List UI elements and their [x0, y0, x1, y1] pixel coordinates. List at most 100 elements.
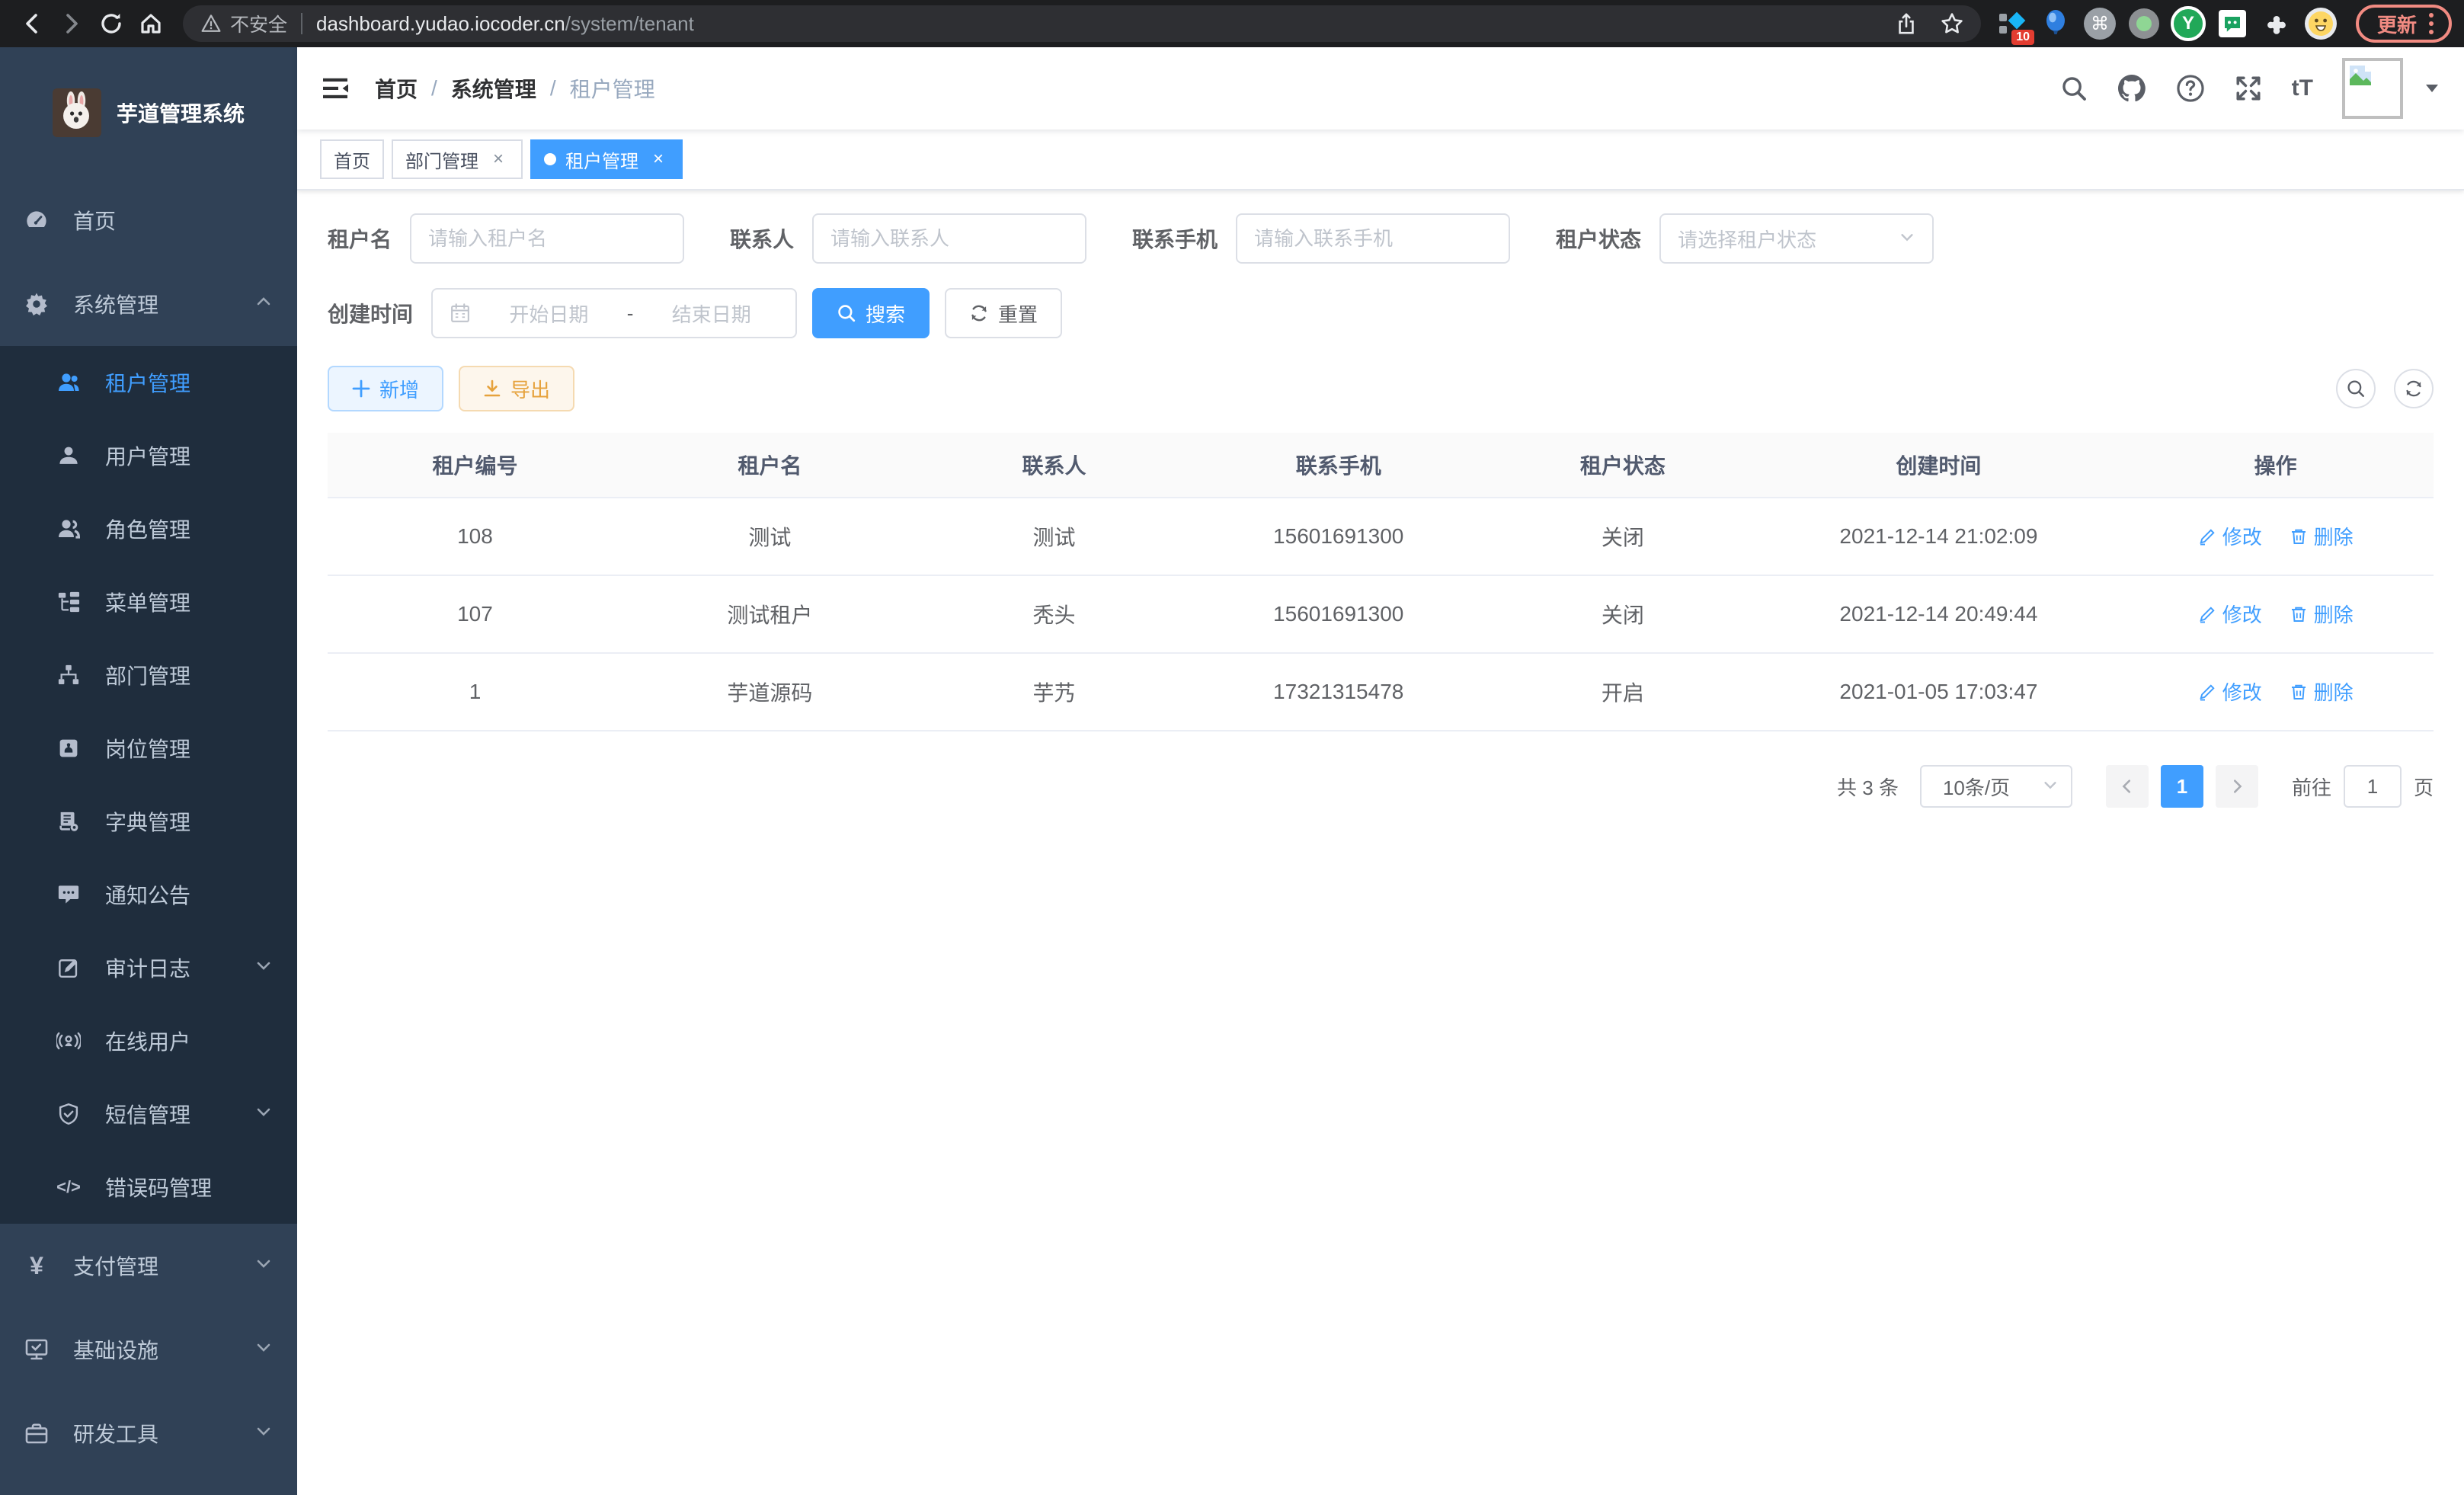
prev-page-button[interactable]	[2106, 765, 2149, 808]
sidebar-item-online-users[interactable]: 在线用户	[0, 1004, 297, 1077]
fullscreen-icon[interactable]	[2234, 74, 2263, 103]
site-security[interactable]: 不安全	[201, 10, 287, 37]
delete-button[interactable]: 删除	[2290, 600, 2354, 628]
extensions-puzzle-icon[interactable]	[2258, 5, 2295, 42]
chevron-down-icon	[254, 1421, 273, 1445]
edit-button[interactable]: 修改	[2198, 600, 2262, 628]
sidebar-item-users[interactable]: 用户管理	[0, 419, 297, 492]
font-size-icon[interactable]: tT	[2292, 75, 2313, 101]
sidebar-item-error-code[interactable]: </> 错误码管理	[0, 1151, 297, 1224]
help-icon[interactable]	[2176, 74, 2205, 103]
sidebar-item-label: 支付管理	[73, 1250, 158, 1281]
sidebar-item-tenant[interactable]: 租户管理	[0, 346, 297, 419]
extensions-area: 10 ⌘ Y 更新	[1993, 5, 2452, 43]
home-icon[interactable]	[131, 4, 171, 43]
chrome-menu-icon[interactable]	[2429, 13, 2434, 34]
sidebar-item-devtools[interactable]: 研发工具	[0, 1391, 297, 1475]
tab-department[interactable]: 部门管理 ×	[392, 139, 523, 179]
tab-tenant[interactable]: 租户管理 ×	[530, 139, 683, 179]
sidebar-item-system[interactable]: 系统管理	[0, 262, 297, 346]
refresh-table-button[interactable]	[2394, 369, 2434, 408]
sidebar-item-posts[interactable]: 岗位管理	[0, 712, 297, 785]
sidebar-item-sms[interactable]: 短信管理	[0, 1077, 297, 1151]
sidebar-item-dict[interactable]: 字典管理	[0, 785, 297, 858]
sidebar-item-infra[interactable]: 基础设施	[0, 1308, 297, 1391]
user-avatar[interactable]	[2342, 58, 2403, 119]
delete-button[interactable]: 删除	[2290, 677, 2354, 706]
logo-image	[53, 88, 101, 137]
edit-icon	[2198, 683, 2216, 701]
sidebar-fold-icon[interactable]	[320, 73, 350, 104]
sidebar-item-menus[interactable]: 菜单管理	[0, 565, 297, 639]
end-date-placeholder[interactable]: 结束日期	[644, 299, 779, 328]
sidebar-item-home[interactable]: 首页	[0, 178, 297, 262]
forward-icon[interactable]	[52, 4, 91, 43]
chevron-down-icon	[2042, 775, 2059, 799]
mobile-input[interactable]	[1254, 227, 1492, 251]
tab-home[interactable]: 首页	[320, 139, 384, 179]
start-date-placeholder[interactable]: 开始日期	[482, 299, 616, 328]
breadcrumb-home[interactable]: 首页	[375, 73, 418, 104]
date-range-picker[interactable]: 开始日期 - 结束日期	[431, 288, 797, 338]
goto-page-input[interactable]	[2344, 765, 2402, 808]
extension-diamond-icon[interactable]: 10	[1993, 5, 2030, 42]
extension-command-icon[interactable]: ⌘	[2082, 5, 2118, 42]
edit-button[interactable]: 修改	[2198, 677, 2262, 706]
bookmark-star-icon[interactable]	[1932, 4, 1972, 43]
contact-input[interactable]	[830, 227, 1068, 251]
monitor-icon	[24, 1337, 49, 1362]
address-bar[interactable]: 不安全 dashboard.yudao.iocoder.cn/system/te…	[183, 5, 1981, 42]
profile-avatar-icon[interactable]	[2302, 5, 2339, 42]
close-icon[interactable]: ×	[488, 149, 509, 170]
app-logo[interactable]: 芋道管理系统	[0, 47, 297, 178]
edit-button[interactable]: 修改	[2198, 522, 2262, 550]
extension-y-icon[interactable]: Y	[2170, 5, 2206, 42]
sidebar-item-label: 岗位管理	[105, 733, 190, 764]
header-search-icon[interactable]	[2060, 75, 2088, 102]
avatar-caret-icon[interactable]	[2423, 75, 2441, 103]
hide-search-button[interactable]	[2336, 369, 2376, 408]
add-button[interactable]: 新增	[328, 366, 443, 411]
sidebar-item-pay[interactable]: ¥ 支付管理	[0, 1224, 297, 1308]
tenant-page: 租户名 联系人 联系手机 租户状态 请选择租户状态	[297, 190, 2464, 1495]
sidebar-item-notice[interactable]: 通知公告	[0, 858, 297, 931]
chevron-down-icon	[254, 1337, 273, 1362]
extension-record-icon[interactable]	[2126, 5, 2162, 42]
share-icon[interactable]	[1886, 4, 1926, 43]
sidebar-item-roles[interactable]: 角色管理	[0, 492, 297, 565]
back-icon[interactable]	[12, 4, 52, 43]
url-text[interactable]: dashboard.yudao.iocoder.cn/system/tenant	[316, 12, 1886, 36]
page-number-1[interactable]: 1	[2161, 765, 2203, 808]
sidebar-item-departments[interactable]: 部门管理	[0, 639, 297, 712]
security-label: 不安全	[230, 10, 287, 37]
extension-balloon-icon[interactable]	[2037, 5, 2074, 42]
extension-badge: 10	[2011, 30, 2034, 45]
col-contact: 联系人	[917, 433, 1191, 498]
extension-chat-icon[interactable]	[2214, 5, 2251, 42]
table-row: 1 芋道源码 芋艿 17321315478 开启 2021-01-05 17:0…	[328, 653, 2434, 731]
tenant-table: 租户编号 租户名 联系人 联系手机 租户状态 创建时间 操作 108 测试	[328, 433, 2434, 731]
page-size-select[interactable]: 10条/页	[1920, 765, 2072, 808]
reset-button[interactable]: 重置	[945, 288, 1062, 338]
sidebar-item-label: 系统管理	[73, 289, 158, 319]
tenants-icon	[56, 370, 81, 395]
browser-toolbar: 不安全 dashboard.yudao.iocoder.cn/system/te…	[0, 0, 2464, 47]
sidebar-item-audit-log[interactable]: 审计日志	[0, 931, 297, 1004]
goto-label: 前往	[2292, 773, 2331, 801]
status-select[interactable]: 请选择租户状态	[1659, 213, 1934, 264]
search-button[interactable]: 搜索	[812, 288, 930, 338]
app-title: 芋道管理系统	[117, 98, 245, 128]
table-row: 108 测试 测试 15601691300 关闭 2021-12-14 21:0…	[328, 498, 2434, 575]
breadcrumb-system[interactable]: 系统管理	[451, 73, 536, 104]
user-icon	[56, 444, 81, 467]
reload-icon[interactable]	[91, 4, 131, 43]
sidebar-item-label: 租户管理	[105, 367, 190, 398]
next-page-button[interactable]	[2216, 765, 2258, 808]
sidebar-item-label: 字典管理	[105, 806, 190, 837]
github-icon[interactable]	[2117, 73, 2147, 104]
tenant-name-input[interactable]	[428, 227, 666, 251]
close-icon[interactable]: ×	[648, 149, 669, 170]
delete-button[interactable]: 删除	[2290, 522, 2354, 550]
export-button[interactable]: 导出	[459, 366, 574, 411]
chrome-update-button[interactable]: 更新	[2356, 5, 2452, 43]
